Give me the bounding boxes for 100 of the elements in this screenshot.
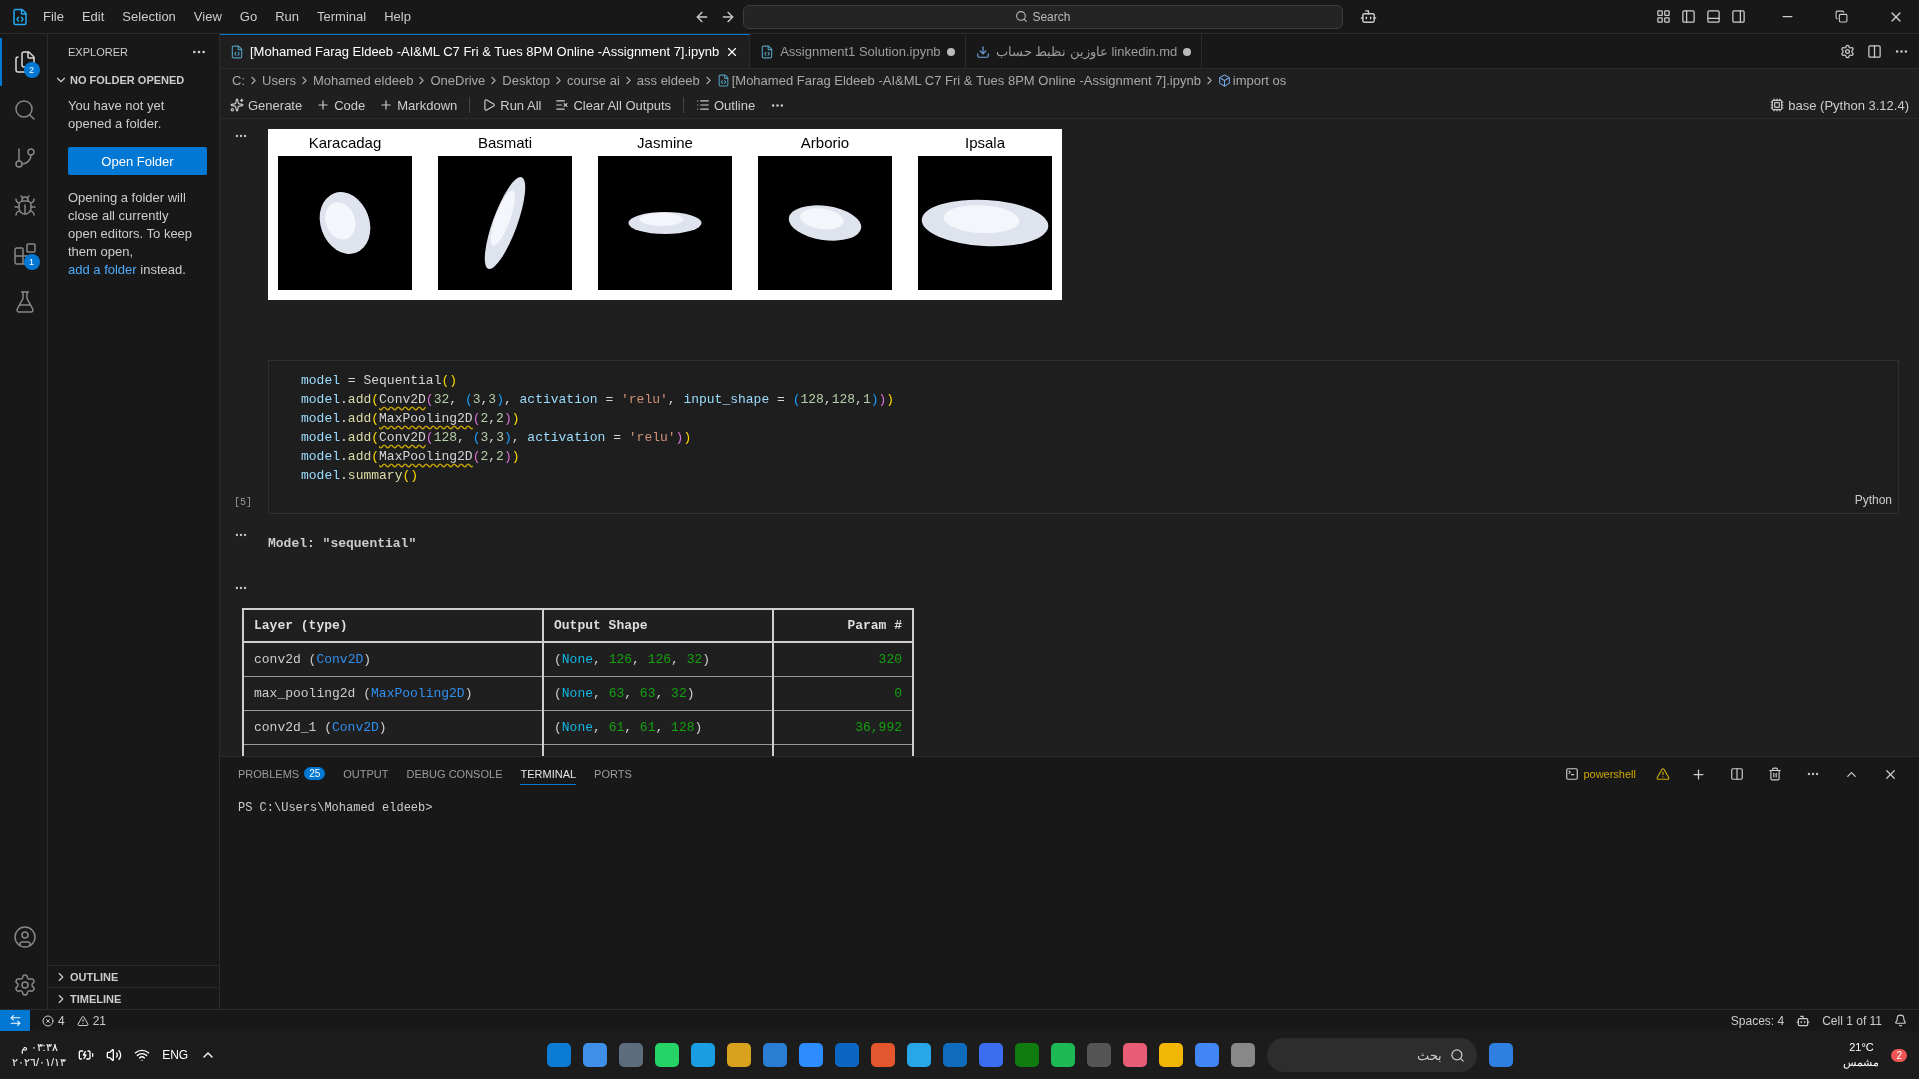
kernel-picker[interactable]: base (Python 3.12.4) [1768,95,1911,115]
code-line: model.add(MaxPooling2D(2,2)) [301,448,521,466]
app-icon[interactable] [1050,1043,1075,1067]
language-indicator[interactable]: ENG [162,1048,189,1062]
search-field[interactable]: بحث [1266,1038,1477,1072]
warning-icon [76,1014,89,1027]
list-icon [696,98,710,112]
panel-tab[interactable]: TERMINAL [520,763,577,785]
wifi-icon[interactable] [134,1047,151,1063]
toolbar-button[interactable]: Generate [228,95,305,115]
editor-tab[interactable]: [Mohamed Farag Eldeeb -AI&ML C7 Fri & Tues 8PM Online -Assignment 7].ipynb [220,34,751,68]
open-folder-button[interactable]: Open Folder [68,147,207,175]
breadcrumb-item[interactable]: Mohamed eldeeb [312,73,414,88]
cell-status[interactable]: Cell 1 of 11 [1822,1013,1882,1028]
warning-count[interactable]: 21 [92,1013,107,1028]
menu-item[interactable]: Terminal [310,5,374,28]
table-cell: 36,992 [773,710,913,744]
clock[interactable]: ٠٣:٣٨ م ٢٠٢٦/٠١/١٣ [12,1040,67,1070]
image-title: Arborio [800,133,850,153]
code-line: model.add(MaxPooling2D(2,2)) [301,410,521,428]
toolbar-button[interactable]: Code [314,95,368,115]
notebook-icon [230,44,244,59]
bell-icon[interactable] [1894,1014,1907,1027]
table-cell: 320 [773,642,913,676]
app-icon[interactable] [870,1043,895,1067]
panel-tab[interactable]: PORTS [594,763,632,785]
volume-icon[interactable] [106,1047,123,1063]
menu-item[interactable]: File [36,5,71,28]
language-label[interactable]: Python [1854,491,1892,510]
toolbar-button[interactable]: Run All [480,95,544,115]
app-icon[interactable] [546,1043,571,1067]
robot-icon[interactable] [1796,1013,1811,1028]
panel-tab[interactable]: OUTPUT [343,763,389,785]
error-count[interactable]: 4 [58,1013,65,1028]
breadcrumb-item[interactable]: OneDrive [430,73,486,88]
panel-tab[interactable]: DEBUG CONSOLE [406,763,503,785]
empty-message: You have not yet opened a folder. [68,97,166,133]
breadcrumb-item[interactable]: Users [262,73,296,88]
toolbar-button[interactable]: Clear All Outputs [553,95,673,115]
breadcrumb-item[interactable]: C: [232,73,245,88]
toolbar-button[interactable]: Markdown [377,95,460,115]
info-paragraph: Opening a folder will close all currently open editors. To keep them open, add a folder instead. [68,189,194,279]
menu-item[interactable]: Run [268,5,306,28]
app-icon[interactable] [726,1043,751,1067]
activity-item[interactable]: 1 [0,230,48,278]
add-folder-link[interactable]: add a folder [68,262,137,277]
count-badge: 25 [304,767,326,780]
image-title: Jasmine [637,133,693,153]
column-header: Output Shape [543,609,773,642]
menu-item[interactable]: Help [377,5,418,28]
error-icon [42,1014,54,1027]
battery-icon [78,1047,95,1063]
indentation-status[interactable]: Spaces: 4 [1730,1013,1785,1028]
remote-icon[interactable] [0,1009,30,1032]
menu-item[interactable]: Edit [74,5,112,28]
app-icon[interactable] [762,1043,787,1067]
sparkle-icon [230,98,244,112]
app-icon[interactable] [690,1043,715,1067]
breadcrumb-item[interactable]: [Mohamed Farag Eldeeb -AI&ML C7 Fri & Tues 8PM Online -Assignment 7].ipynb [731,73,1201,88]
menu-item[interactable]: View [186,5,229,28]
app-icon[interactable] [1122,1043,1147,1067]
toolbar-button[interactable]: Outline [694,95,758,115]
column-header: Param # [773,609,913,642]
play-icon [482,98,497,112]
table-cell: conv2d (Conv2D) [243,642,543,676]
menu-item[interactable]: Go [232,5,265,28]
menu-item[interactable]: Selection [115,5,183,28]
start-icon[interactable] [1488,1043,1513,1067]
image-title: Ipsala [965,133,1005,153]
panel-tab[interactable]: PROBLEMS 25 [238,763,326,785]
app-icon[interactable] [582,1043,607,1067]
breadcrumb-item[interactable]: Desktop [502,73,551,88]
restore-icon[interactable] [1832,7,1851,26]
blocks-icon [12,242,37,266]
plus-icon [316,98,331,112]
app-icon[interactable] [1230,1043,1255,1067]
app-icon[interactable] [1158,1043,1183,1067]
column-header: Layer (type) [243,609,543,642]
section-header[interactable]: NO FOLDER OPENED [48,69,219,91]
search-icon [12,98,37,122]
app-icon[interactable] [906,1043,931,1067]
terminal-selector[interactable]: powershell [1563,765,1638,783]
search-field[interactable]: Search [742,4,1343,29]
code-line: model.add(Conv2D(32, (3,3), activation = 'relu', input_shape = (128,128,1))) [301,391,896,409]
count-badge: 1 [23,254,40,270]
files-icon [12,50,37,74]
code-line: model.add(Conv2D(128, (3,3), activation = 'relu')) [301,429,693,447]
image-title: Basmati [477,133,533,153]
execution-count: [5] [234,497,253,508]
breadcrumb-item[interactable]: import os [1232,73,1287,88]
search-icon [1449,1047,1465,1063]
breadcrumb-item[interactable]: ass eldeeb [636,73,700,88]
table-cell: 0 [773,676,913,710]
section-header[interactable]: OUTLINE [48,965,219,987]
terminal-prompt: PS C:\Users\Mohamed eldeeb> [237,800,434,817]
app-icon[interactable] [654,1043,679,1067]
app-icon[interactable] [1194,1043,1219,1067]
table-cell: conv2d_1 (Conv2D) [243,710,543,744]
breadcrumb-item[interactable]: course ai [567,73,620,88]
app-icon[interactable] [798,1043,823,1067]
